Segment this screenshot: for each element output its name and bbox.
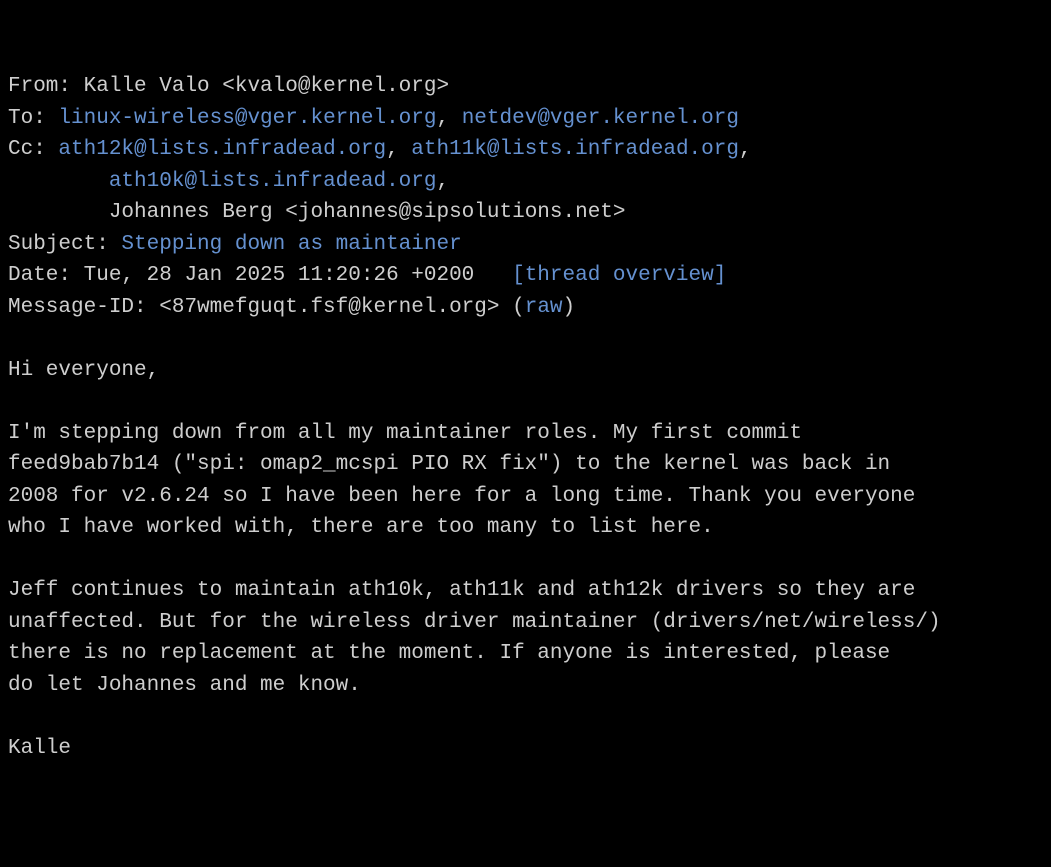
paragraph-1: I'm stepping down from all my maintainer… [8, 422, 915, 540]
cc-link-1[interactable]: ath12k@lists.infradead.org [58, 138, 386, 161]
cc-link-2[interactable]: ath11k@lists.infradead.org [411, 138, 739, 161]
to-link-2[interactable]: netdev@vger.kernel.org [462, 107, 739, 130]
date-sep [474, 264, 512, 287]
from-name: Kalle Valo <kvalo@kernel.org> [84, 75, 449, 98]
cc-label: Cc: [8, 138, 58, 161]
cc-indent-1 [8, 170, 109, 193]
msgid-paren-open: ( [500, 296, 525, 319]
thread-overview-link[interactable]: [thread overview] [512, 264, 726, 287]
to-link-1[interactable]: linux-wireless@vger.kernel.org [58, 107, 436, 130]
cc-name: Johannes Berg <johannes@sipsolutions.net… [109, 201, 626, 224]
from-label: From: [8, 75, 84, 98]
signature: Kalle [8, 737, 71, 760]
email-content: From: Kalle Valo <kvalo@kernel.org> To: … [8, 71, 1043, 764]
cc-sep-1: , [386, 138, 411, 161]
date-label: Date: [8, 264, 84, 287]
cc-indent-2 [8, 201, 109, 224]
subject-label: Subject: [8, 233, 121, 256]
subject-link[interactable]: Stepping down as maintainer [121, 233, 461, 256]
date-value: Tue, 28 Jan 2025 11:20:26 +0200 [84, 264, 475, 287]
msgid-label: Message-ID: [8, 296, 159, 319]
raw-link[interactable]: raw [525, 296, 563, 319]
to-separator: , [436, 107, 461, 130]
greeting: Hi everyone, [8, 359, 159, 382]
cc-sep-3: , [436, 170, 449, 193]
paragraph-2: Jeff continues to maintain ath10k, ath11… [8, 579, 941, 697]
msgid-value: <87wmefguqt.fsf@kernel.org> [159, 296, 499, 319]
cc-link-3[interactable]: ath10k@lists.infradead.org [109, 170, 437, 193]
cc-sep-2: , [739, 138, 752, 161]
msgid-paren-close: ) [563, 296, 576, 319]
to-label: To: [8, 107, 58, 130]
